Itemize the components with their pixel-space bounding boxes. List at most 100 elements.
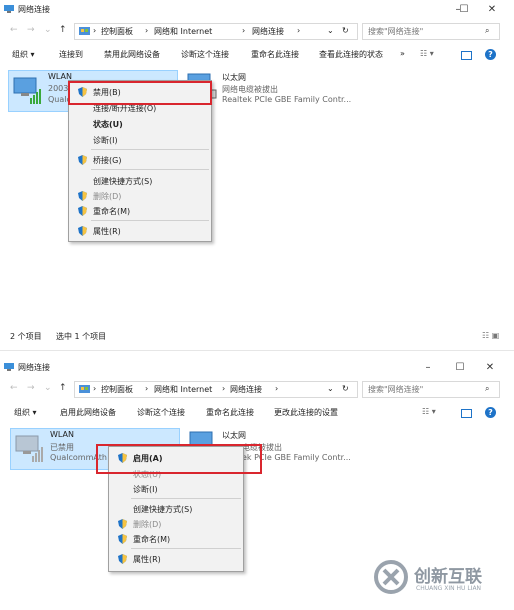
title-bar: 网络连接 – ☐ ✕ [0, 358, 514, 378]
menu-item-status[interactable]: 状态(U) [69, 117, 211, 131]
command-bar: 组织 ▾ 连接到 禁用此网络设备 诊断这个连接 重命名此连接 查看此连接的状态 … [0, 44, 514, 64]
more-commands-button[interactable]: » [400, 49, 405, 58]
help-icon[interactable]: ? [485, 49, 496, 60]
window-title: 网络连接 [18, 363, 50, 372]
adapter-device: Realtek PCIe GBE Family Contr... [222, 95, 352, 104]
menu-item-create-shortcut[interactable]: 创建快捷方式(S) [69, 174, 211, 188]
watermark-cn: 创新互联 [414, 567, 482, 587]
breadcrumb-sep-icon: › [145, 384, 149, 393]
breadcrumb-network-connections[interactable]: 网络连接 [252, 26, 284, 37]
menu-item-create-shortcut[interactable]: 创建快捷方式(S) [109, 502, 243, 516]
uac-shield-icon [78, 155, 87, 165]
enable-device-button[interactable]: 启用此网络设备 [60, 407, 116, 418]
dropdown-chevron-icon[interactable]: ⌄ [327, 26, 334, 35]
diagnose-button[interactable]: 诊断这个连接 [181, 49, 229, 60]
address-bar[interactable]: › 控制面板 › 网络和 Internet › 网络连接 › ⌄ ↻ [74, 381, 358, 398]
uac-shield-icon [118, 534, 127, 544]
view-options-icon[interactable]: ☷ ▾ [422, 407, 436, 416]
dropdown-chevron-icon[interactable]: ⌄ [327, 384, 334, 393]
menu-item-properties[interactable]: 属性(R) [69, 224, 211, 238]
annotation-highlight [68, 81, 212, 105]
breadcrumb-sep-icon: › [242, 26, 246, 35]
menu-item-rename[interactable]: 重命名(M) [69, 204, 211, 218]
connect-to-button[interactable]: 连接到 [59, 49, 83, 60]
rename-button[interactable]: 重命名此连接 [251, 49, 299, 60]
forward-arrow-icon[interactable]: → [27, 383, 35, 393]
breadcrumb-sep-icon: › [93, 384, 97, 393]
adapter-name: 以太网 [222, 431, 246, 440]
back-arrow-icon[interactable]: ← [10, 383, 18, 393]
adapter-status: 网络电缆被拔出 [222, 85, 278, 94]
close-button[interactable]: ✕ [478, 2, 506, 18]
menu-item-diagnose[interactable]: 诊断(I) [69, 133, 211, 147]
disable-device-button[interactable]: 禁用此网络设备 [104, 49, 160, 60]
menu-item-rename[interactable]: 重命名(M) [109, 532, 243, 546]
breadcrumb-network-internet[interactable]: 网络和 Internet [154, 384, 212, 395]
maximize-button[interactable]: ☐ [450, 2, 478, 18]
menu-separator [131, 548, 241, 549]
menu-item-properties[interactable]: 属性(R) [109, 552, 243, 566]
uac-shield-icon [78, 226, 87, 236]
adapter-status: 2003 [48, 84, 69, 93]
uac-shield-icon [118, 554, 127, 564]
forward-arrow-icon[interactable]: → [27, 25, 35, 35]
title-bar: 网络连接 – ☐ ✕ [0, 0, 514, 20]
view-options-icon[interactable]: ☷ ▾ [420, 49, 434, 58]
window-top: 网络连接 – ☐ ✕ ← → ⌄ ↑ › 控制面板 › 网络和 Internet… [0, 0, 514, 345]
maximize-button[interactable]: ☐ [446, 360, 474, 376]
recent-chevron-icon[interactable]: ⌄ [44, 383, 52, 393]
organize-button[interactable]: 组织 ▾ [14, 407, 37, 418]
menu-separator [91, 149, 209, 150]
adapter-ethernet[interactable]: 以太网 网络电缆被拔出 Realtek PCIe GBE Family Cont… [186, 70, 376, 112]
breadcrumb-control-panel[interactable]: 控制面板 [101, 26, 133, 37]
close-button[interactable]: ✕ [476, 360, 504, 376]
breadcrumb-network-internet[interactable]: 网络和 Internet [154, 26, 212, 37]
menu-item-delete: 删除(D) [69, 189, 211, 203]
breadcrumb-control-panel[interactable]: 控制面板 [101, 384, 133, 395]
search-icon: ⌕ [485, 26, 490, 35]
view-toggle-icons[interactable]: ☷ ▣ [482, 331, 499, 340]
diagnose-button[interactable]: 诊断这个连接 [137, 407, 185, 418]
recent-chevron-icon[interactable]: ⌄ [44, 25, 52, 35]
view-status-button[interactable]: 查看此连接的状态 [319, 49, 383, 60]
address-row: ← → ⌄ ↑ › 控制面板 › 网络和 Internet › 网络连接 › ⌄… [0, 378, 514, 400]
menu-separator [131, 498, 241, 499]
menu-separator [91, 220, 209, 221]
breadcrumb-sep-icon: › [275, 384, 279, 393]
up-arrow-icon[interactable]: ↑ [59, 383, 67, 393]
adapter-status: 已禁用 [50, 443, 74, 452]
adapter-name: 以太网 [222, 73, 246, 82]
back-arrow-icon[interactable]: ← [10, 25, 18, 35]
menu-item-bridge[interactable]: 桥接(G) [69, 153, 211, 167]
menu-item-diagnose[interactable]: 诊断(I) [109, 482, 243, 496]
help-icon[interactable]: ? [485, 407, 496, 418]
minimize-button[interactable]: – [414, 360, 442, 376]
command-bar: 组织 ▾ 启用此网络设备 诊断这个连接 重命名此连接 更改此连接的设置 ☷ ▾ … [0, 402, 514, 422]
organize-button[interactable]: 组织 ▾ [12, 49, 35, 60]
window-title: 网络连接 [18, 5, 50, 14]
status-item-count: 2 个项目 [10, 332, 42, 341]
rename-button[interactable]: 重命名此连接 [206, 407, 254, 418]
wifi-adapter-icon [13, 77, 41, 104]
brand-watermark: 创新互联 CHUANG XIN HU LIAN [374, 556, 514, 600]
search-icon: ⌕ [485, 384, 490, 393]
refresh-icon[interactable]: ↻ [342, 26, 349, 35]
change-settings-button[interactable]: 更改此连接的设置 [274, 407, 338, 418]
uac-shield-icon [78, 206, 87, 216]
search-input[interactable]: 搜索"网络连接" ⌕ [362, 381, 500, 398]
up-arrow-icon[interactable]: ↑ [59, 25, 67, 35]
breadcrumb-sep-icon: › [222, 384, 226, 393]
control-panel-icon [79, 27, 90, 35]
breadcrumb-network-connections[interactable]: 网络连接 [230, 384, 262, 395]
breadcrumb-sep-icon: › [297, 26, 301, 35]
control-panel-icon [79, 385, 90, 393]
menu-item-delete: 删除(D) [109, 517, 243, 531]
brand-logo-icon [374, 560, 408, 594]
address-bar[interactable]: › 控制面板 › 网络和 Internet › 网络连接 › ⌄ ↻ [74, 23, 358, 40]
preview-pane-icon[interactable] [461, 51, 472, 60]
adapter-name: WLAN [50, 430, 75, 439]
preview-pane-icon[interactable] [461, 409, 472, 418]
section-divider [0, 350, 514, 351]
refresh-icon[interactable]: ↻ [342, 384, 349, 393]
search-input[interactable]: 搜索"网络连接" ⌕ [362, 23, 500, 40]
